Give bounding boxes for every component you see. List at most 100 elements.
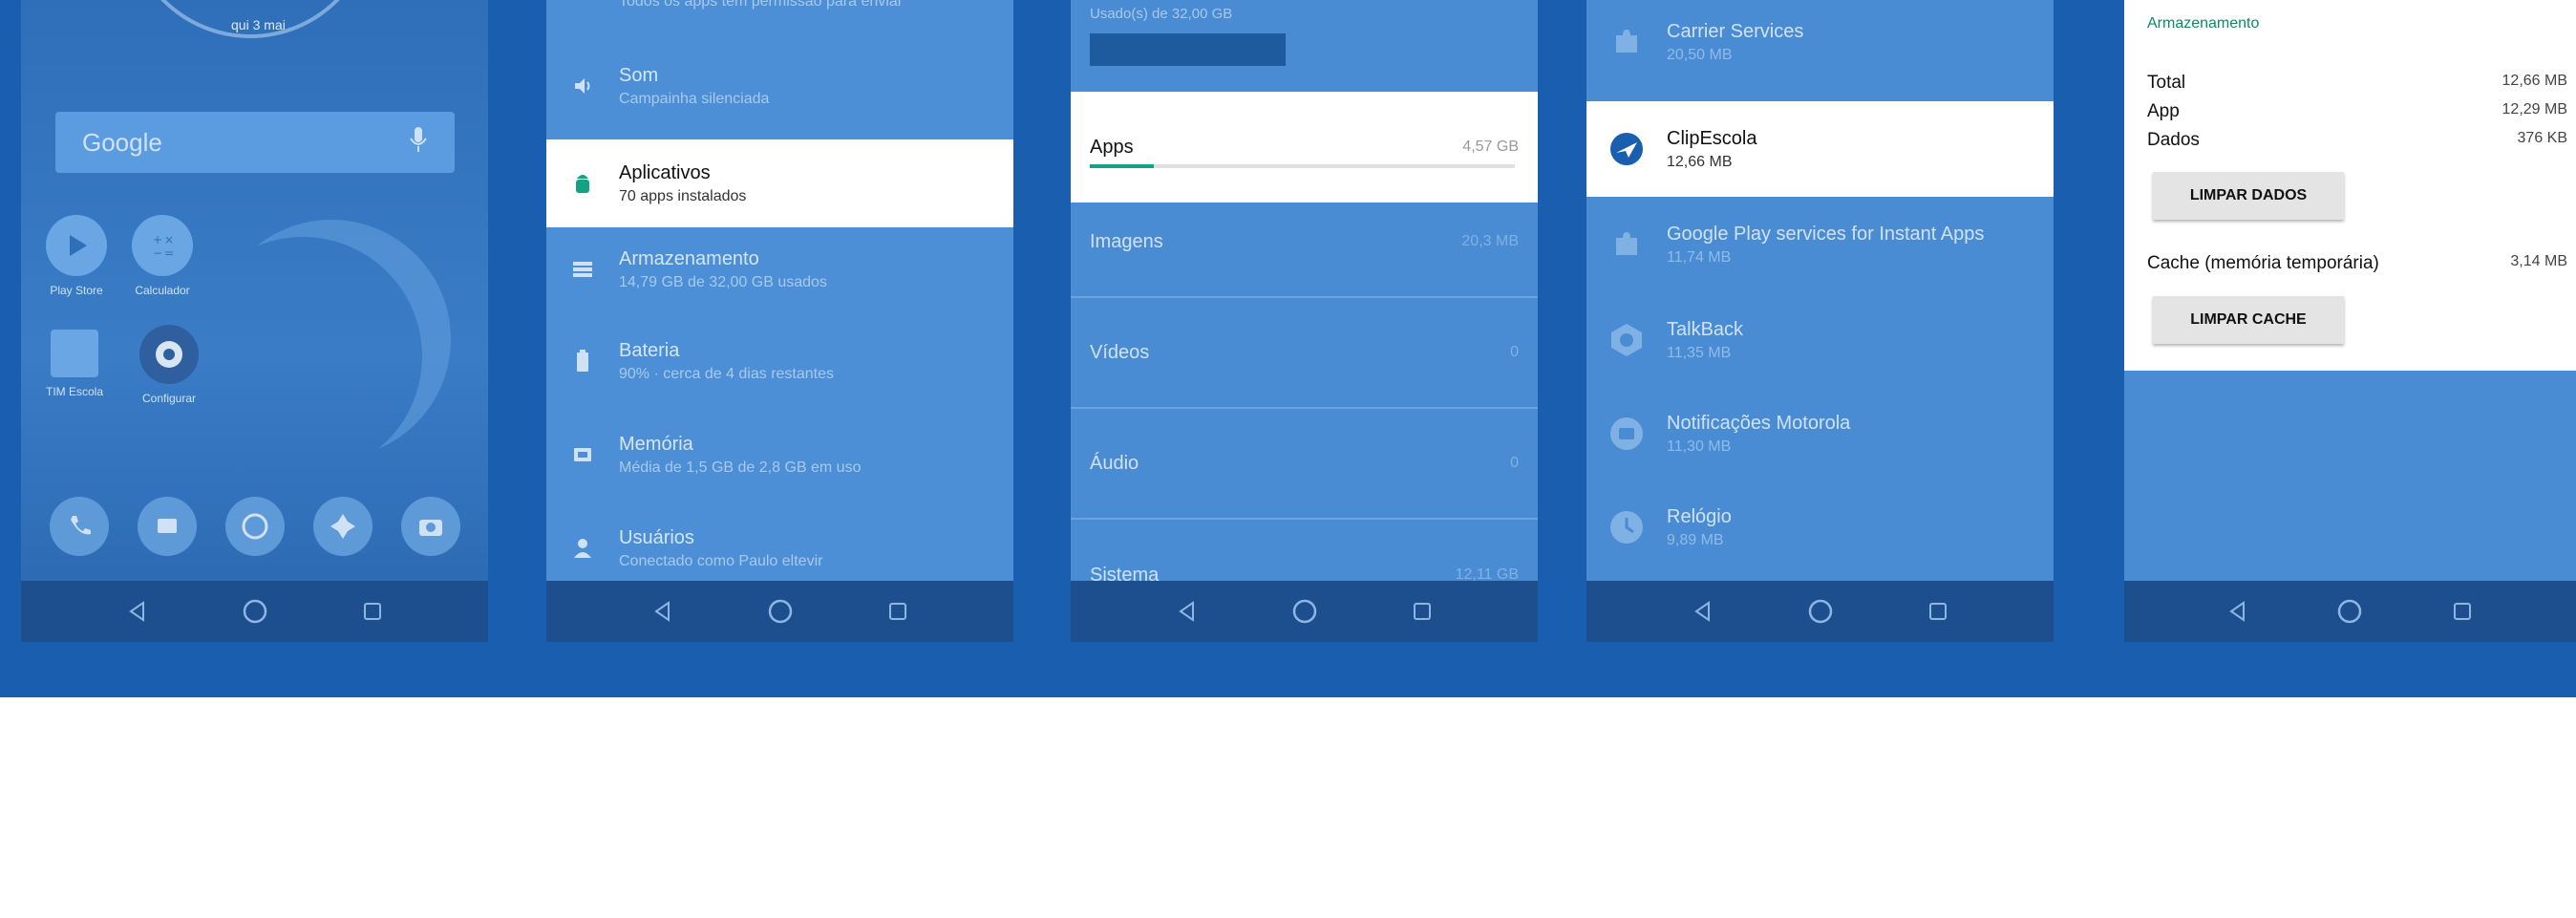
calculator-app[interactable]: + × − = Calculador bbox=[132, 215, 193, 297]
gear-icon bbox=[139, 325, 199, 384]
clear-data-button[interactable]: LIMPAR DADOS bbox=[2153, 172, 2344, 220]
settings-row-title: Usuários bbox=[619, 526, 694, 548]
navigation-bar bbox=[546, 581, 1013, 642]
settings-row-users[interactable]: Usuários Conectado como Paulo eltevir bbox=[546, 504, 1013, 592]
storage-category-images[interactable]: Imagens 20,3 MB bbox=[1071, 187, 1538, 298]
app-label: Play Store bbox=[50, 284, 103, 297]
app-row-relogio[interactable]: Relógio 9,89 MB bbox=[1586, 480, 2054, 575]
app-size: 11,74 MB bbox=[1667, 248, 1732, 266]
settings-row-battery[interactable]: Bateria 90% · cerca de 4 dias restantes bbox=[546, 317, 1013, 405]
svg-text:−: − bbox=[153, 246, 162, 260]
home-icon[interactable] bbox=[761, 592, 799, 630]
camera-icon[interactable] bbox=[401, 497, 460, 556]
phone-icon[interactable] bbox=[50, 497, 109, 556]
book-icon bbox=[51, 330, 98, 377]
settings-app[interactable]: Configurar bbox=[139, 325, 199, 405]
puzzle-icon bbox=[1586, 228, 1667, 261]
storage-icon bbox=[546, 261, 619, 278]
svg-text:×: × bbox=[164, 233, 174, 246]
app-size: 9,89 MB bbox=[1667, 531, 1724, 548]
back-icon[interactable] bbox=[1168, 592, 1206, 630]
svg-text:+: + bbox=[153, 233, 162, 246]
moon-wallpaper bbox=[212, 220, 451, 459]
storage-usage-text: Usado(s) de 32,00 GB bbox=[1090, 6, 1233, 22]
google-search-bar[interactable]: Google bbox=[55, 112, 455, 173]
recents-icon[interactable] bbox=[879, 592, 917, 630]
app-row-notificacoes-motorola[interactable]: Notificações Motorola 11,30 MB bbox=[1586, 386, 2054, 481]
phone-storage-screen: Usado(s) de 32,00 GB Apps 4,57 GB Imagen… bbox=[1071, 0, 1538, 642]
settings-row-subtitle: 14,79 GB de 32,00 GB usados bbox=[619, 273, 827, 290]
messages-icon[interactable] bbox=[138, 497, 197, 556]
clear-cache-button[interactable]: LIMPAR CACHE bbox=[2153, 296, 2344, 344]
data-value: 376 KB bbox=[2517, 130, 2567, 146]
app-size: 12,66 MB bbox=[1667, 153, 1733, 170]
app-row-carrier-services[interactable]: Carrier Services 20,50 MB bbox=[1586, 0, 2054, 90]
back-icon[interactable] bbox=[1684, 592, 1722, 630]
clock-icon bbox=[1586, 508, 1667, 546]
category-name: Vídeos bbox=[1090, 341, 1150, 363]
storage-category-videos[interactable]: Vídeos 0 bbox=[1071, 298, 1538, 409]
person-icon bbox=[546, 538, 619, 559]
home-dock bbox=[50, 497, 460, 556]
settings-row-notifications[interactable]: Todos os apps têm permissão para enviar bbox=[546, 0, 1013, 44]
storage-category-apps[interactable]: Apps 4,57 GB bbox=[1071, 92, 1538, 203]
microphone-icon[interactable] bbox=[409, 125, 428, 160]
app-row-talkback[interactable]: TalkBack 11,35 MB bbox=[1586, 292, 2054, 388]
clipescola-icon bbox=[1586, 130, 1667, 168]
talkback-icon bbox=[1586, 321, 1667, 359]
speaker-icon bbox=[546, 75, 619, 96]
memory-icon bbox=[546, 445, 619, 464]
back-icon[interactable] bbox=[118, 592, 157, 630]
home-icon[interactable] bbox=[2331, 592, 2369, 630]
category-value: 0 bbox=[1510, 344, 1519, 360]
app-size: 11,35 MB bbox=[1667, 344, 1732, 361]
settings-row-subtitle: 90% · cerca de 4 dias restantes bbox=[619, 365, 835, 382]
app-name: TalkBack bbox=[1667, 318, 1744, 340]
settings-row-title: Armazenamento bbox=[619, 247, 759, 269]
app-label: Calculador bbox=[135, 284, 190, 297]
app-size: 20,50 MB bbox=[1667, 46, 1733, 63]
app-name: Carrier Services bbox=[1667, 20, 1804, 42]
back-icon[interactable] bbox=[2219, 592, 2257, 630]
section-header: Armazenamento bbox=[2147, 15, 2260, 32]
storage-category-audio[interactable]: Áudio 0 bbox=[1071, 409, 1538, 520]
phone-app-list-screen: Carrier Services 20,50 MB ClipEscola 12,66… bbox=[1586, 0, 2054, 642]
phone-home-screen: qui 3 mai Google Play Store + × − = Calcula… bbox=[21, 0, 488, 642]
puzzle-icon bbox=[1586, 26, 1667, 58]
settings-row-subtitle: Todos os apps têm permissão para enviar bbox=[619, 0, 904, 10]
category-name: Áudio bbox=[1090, 452, 1139, 474]
category-value: 0 bbox=[1510, 455, 1519, 471]
settings-row-storage[interactable]: Armazenamento 14,79 GB de 32,00 GB usados bbox=[546, 225, 1013, 313]
navigation-bar bbox=[21, 581, 488, 642]
recents-icon[interactable] bbox=[1919, 592, 1957, 630]
play-store-app[interactable]: Play Store bbox=[46, 215, 107, 297]
tim-escola-app[interactable]: TIM Escola bbox=[46, 330, 103, 398]
apps-progress-bar bbox=[1090, 164, 1515, 168]
recents-icon[interactable] bbox=[353, 592, 392, 630]
svg-text:=: = bbox=[164, 246, 174, 260]
home-icon[interactable] bbox=[236, 592, 274, 630]
category-value: 4,57 GB bbox=[1462, 139, 1519, 155]
app-row-google-play-instant[interactable]: Google Play services for Instant Apps 11,… bbox=[1586, 197, 2054, 292]
back-icon[interactable] bbox=[644, 592, 682, 630]
total-value: 12,66 MB bbox=[2501, 73, 2567, 89]
settings-row-sound[interactable]: Som Campainha silenciada bbox=[546, 42, 1013, 130]
category-name: Apps bbox=[1090, 136, 1134, 158]
app-label: TIM Escola bbox=[46, 385, 104, 398]
photos-icon[interactable] bbox=[313, 497, 373, 556]
navigation-bar bbox=[2124, 581, 2576, 642]
search-placeholder: Google bbox=[82, 127, 162, 157]
recents-icon[interactable] bbox=[2443, 592, 2481, 630]
home-icon[interactable] bbox=[1286, 592, 1324, 630]
home-icon[interactable] bbox=[1801, 592, 1840, 630]
app-label: Configurar bbox=[141, 392, 197, 405]
settings-row-apps[interactable]: Aplicativos 70 apps instalados bbox=[546, 139, 1013, 227]
storage-usage-bar bbox=[1090, 33, 1286, 66]
settings-row-memory[interactable]: Memória Média de 1,5 GB de 2,8 GB em uso bbox=[546, 411, 1013, 499]
total-label: Total bbox=[2147, 73, 2186, 93]
recents-icon[interactable] bbox=[1403, 592, 1441, 630]
settings-row-title: Som bbox=[619, 64, 659, 86]
notification-icon bbox=[1586, 415, 1667, 453]
app-row-clipescola[interactable]: ClipEscola 12,66 MB bbox=[1586, 101, 2054, 197]
whatsapp-icon[interactable] bbox=[225, 497, 285, 556]
